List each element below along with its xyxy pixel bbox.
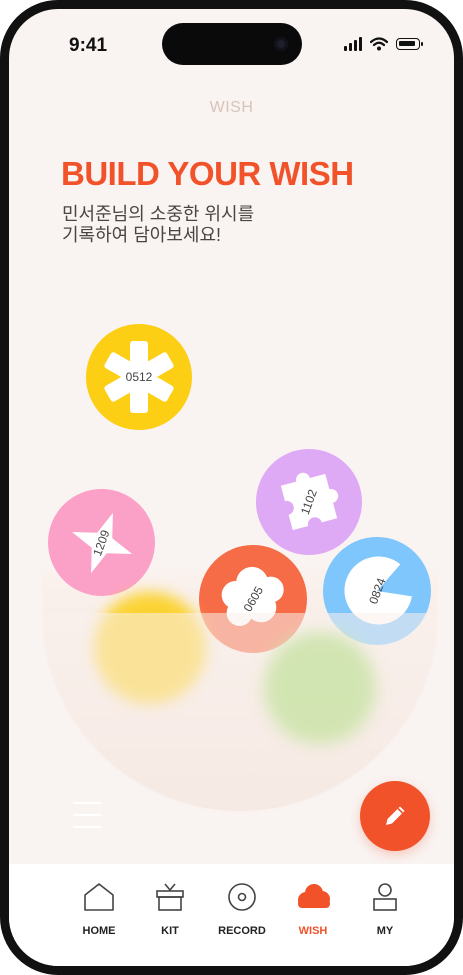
- tab-label: RECORD: [218, 925, 266, 937]
- wish-ball[interactable]: 0605: [199, 545, 307, 653]
- wifi-icon: [370, 37, 388, 51]
- tab-label: KIT: [161, 925, 179, 937]
- bottom-tab-bar: HOME KIT RECORD WISH MY: [9, 864, 454, 966]
- tab-wish[interactable]: WISH: [283, 882, 343, 937]
- status-time: 9:41: [69, 35, 108, 56]
- write-wish-button[interactable]: [360, 781, 430, 851]
- status-bar: 9:41: [9, 9, 454, 79]
- disc-icon: [228, 883, 256, 911]
- status-icons: [344, 37, 423, 51]
- hero-subtitle-line: 민서준님의 소중한 위시를: [62, 204, 255, 224]
- hero-title: BUILD YOUR WISH: [61, 155, 354, 192]
- wish-ball[interactable]: 0512: [86, 324, 192, 430]
- page-title: WISH: [209, 99, 254, 116]
- pencil-icon: [386, 806, 405, 825]
- menu-icon[interactable]: [73, 802, 101, 828]
- tab-label: WISH: [298, 925, 328, 937]
- blurred-wish-ball: [264, 632, 376, 744]
- camera-icon: [274, 37, 288, 51]
- hero-subtitle-line: 기록하여 담아보세요!: [62, 225, 222, 245]
- cellular-signal-icon: [344, 37, 362, 51]
- hero-subtitle: 민서준님의 소중한 위시를 기록하여 담아보세요!: [62, 204, 254, 246]
- home-icon: [84, 883, 114, 911]
- screen: 9:41 WISH BUILD YOUR WISH 민서준님의 소중한 위시를 …: [9, 9, 454, 966]
- wish-ball[interactable]: 1102: [256, 449, 362, 555]
- gift-box-icon: [156, 883, 184, 911]
- tab-kit[interactable]: KIT: [140, 882, 200, 937]
- tab-record[interactable]: RECORD: [212, 882, 272, 937]
- dynamic-island: [162, 23, 302, 65]
- phone-frame: 9:41 WISH BUILD YOUR WISH 민서준님의 소중한 위시를 …: [0, 0, 463, 975]
- tab-label: HOME: [82, 925, 116, 937]
- wish-ball[interactable]: 0824: [323, 537, 431, 645]
- tab-home[interactable]: HOME: [69, 882, 129, 937]
- battery-icon: [396, 38, 423, 50]
- tab-label: MY: [376, 925, 394, 937]
- blurred-wish-ball: [94, 592, 206, 704]
- person-icon: [373, 883, 397, 911]
- tab-my[interactable]: MY: [355, 882, 415, 937]
- wish-ball[interactable]: 1209: [48, 489, 155, 596]
- cloud-icon: [298, 884, 330, 908]
- wish-date: 0512: [125, 370, 153, 384]
